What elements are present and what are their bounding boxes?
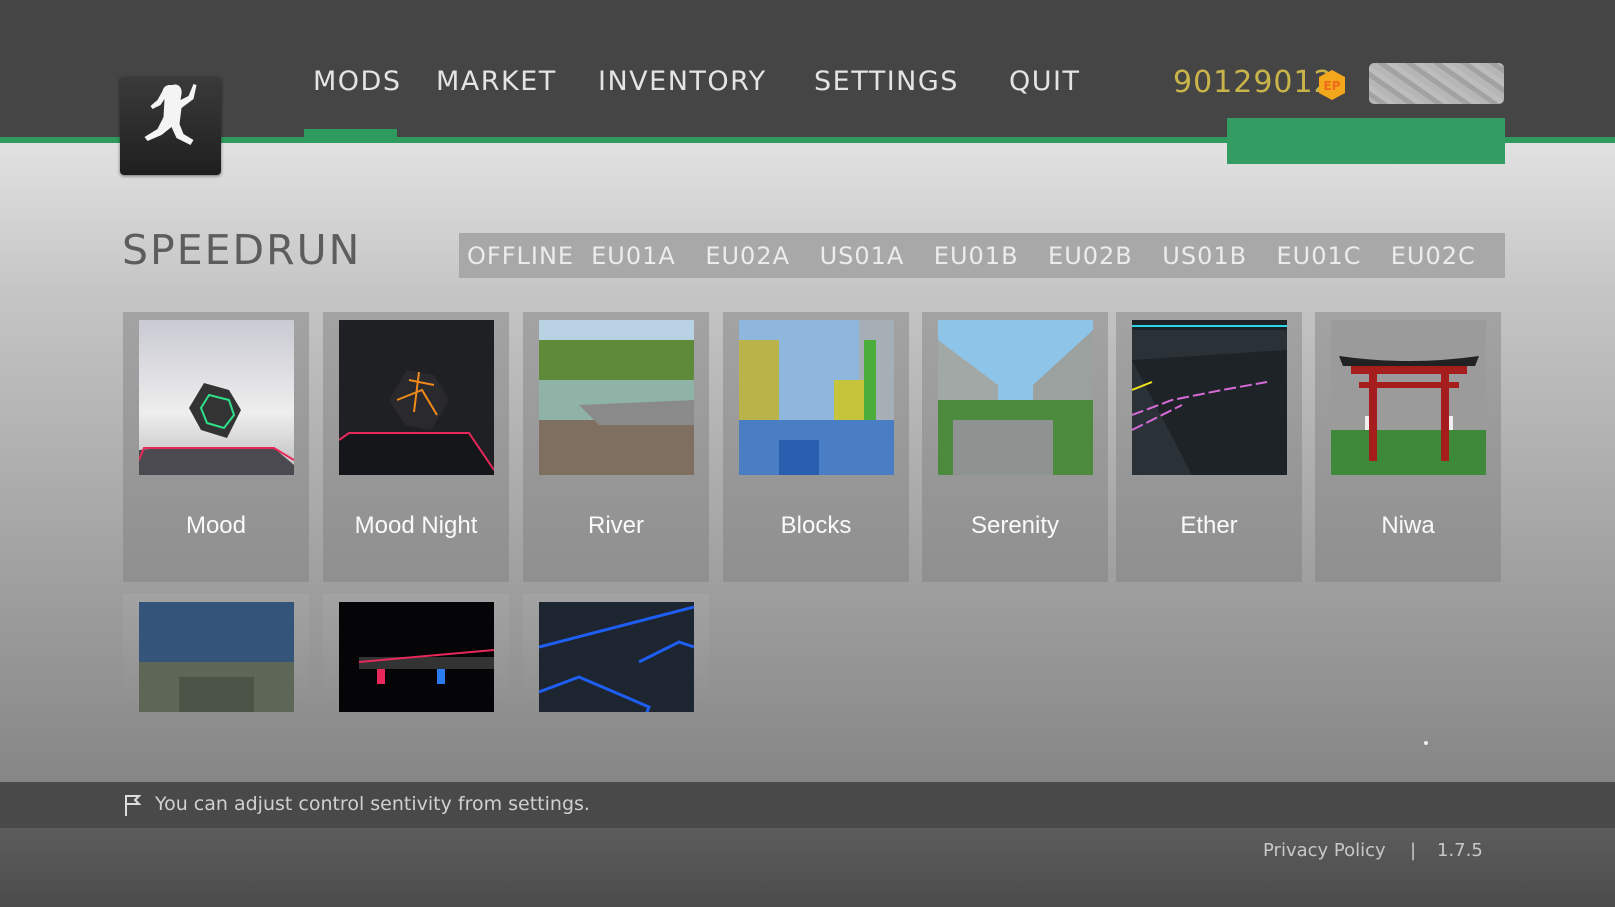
profile-button[interactable]	[1227, 118, 1505, 164]
nav-mods[interactable]: MODS	[313, 66, 401, 97]
map-thumbnail	[539, 602, 694, 712]
map-card-mood[interactable]: Mood	[123, 312, 309, 582]
server-tab[interactable]: EU01A	[591, 242, 705, 270]
map-card[interactable]	[123, 594, 309, 712]
map-thumbnail	[139, 320, 294, 475]
server-tabs: OFFLINE EU01A EU02A US01A EU01B EU02B US…	[459, 233, 1505, 278]
nav-settings[interactable]: SETTINGS	[814, 66, 959, 97]
indicator-dot	[1424, 741, 1428, 745]
map-label: Blocks	[780, 512, 852, 539]
nav-inventory[interactable]: INVENTORY	[598, 66, 767, 97]
map-label: Ether	[1180, 512, 1238, 539]
mode-title: SPEEDRUN	[122, 226, 362, 274]
map-card-mood-night[interactable]: Mood Night	[323, 312, 509, 582]
map-card-ether[interactable]: Ether	[1116, 312, 1302, 582]
active-tab-indicator	[304, 129, 397, 139]
map-thumbnail	[539, 320, 694, 475]
map-card-serenity[interactable]: Serenity	[922, 312, 1108, 582]
server-tab[interactable]: EU02C	[1391, 242, 1505, 270]
map-label: River	[587, 512, 644, 539]
ep-coin-icon: EP	[1319, 70, 1345, 100]
runner-logo-icon	[144, 84, 197, 145]
nav-quit[interactable]: QUIT	[1009, 66, 1080, 97]
map-thumbnail	[739, 320, 894, 475]
server-tab[interactable]: EU01B	[934, 242, 1048, 270]
map-card-river[interactable]: River	[523, 312, 709, 582]
server-tab[interactable]: US01B	[1162, 242, 1276, 270]
map-thumbnail	[139, 602, 294, 712]
server-tab[interactable]: EU02A	[705, 242, 819, 270]
map-label: Serenity	[970, 512, 1060, 539]
footer-separator: |	[1410, 840, 1417, 861]
nav-market[interactable]: MARKET	[436, 66, 557, 97]
game-logo	[120, 77, 221, 175]
map-thumbnail	[1331, 320, 1486, 475]
map-label: Mood Night	[354, 512, 478, 539]
map-label: Mood	[185, 512, 247, 539]
map-thumbnail	[339, 602, 494, 712]
version-label: 1.7.5	[1437, 840, 1483, 861]
map-thumbnail	[339, 320, 494, 475]
map-card-niwa[interactable]: Niwa	[1315, 312, 1501, 582]
map-card[interactable]	[323, 594, 509, 712]
server-tab[interactable]: EU01C	[1277, 242, 1391, 270]
map-card[interactable]	[523, 594, 709, 712]
flag-icon	[125, 795, 142, 816]
map-thumbnail	[938, 320, 1093, 475]
privacy-policy-link[interactable]: Privacy Policy	[1263, 840, 1386, 861]
svg-text:EP: EP	[1324, 79, 1341, 93]
server-tab[interactable]: US01A	[820, 242, 934, 270]
tip-text: You can adjust control sentivity from se…	[155, 793, 590, 815]
map-card-blocks[interactable]: Blocks	[723, 312, 909, 582]
server-tab[interactable]: EU02B	[1048, 242, 1162, 270]
coin-balance: 90129012	[1173, 65, 1334, 100]
user-avatar-button[interactable]	[1369, 63, 1504, 104]
server-tab[interactable]: OFFLINE	[467, 242, 591, 270]
map-thumbnail	[1132, 320, 1287, 475]
map-label: Niwa	[1381, 512, 1435, 539]
